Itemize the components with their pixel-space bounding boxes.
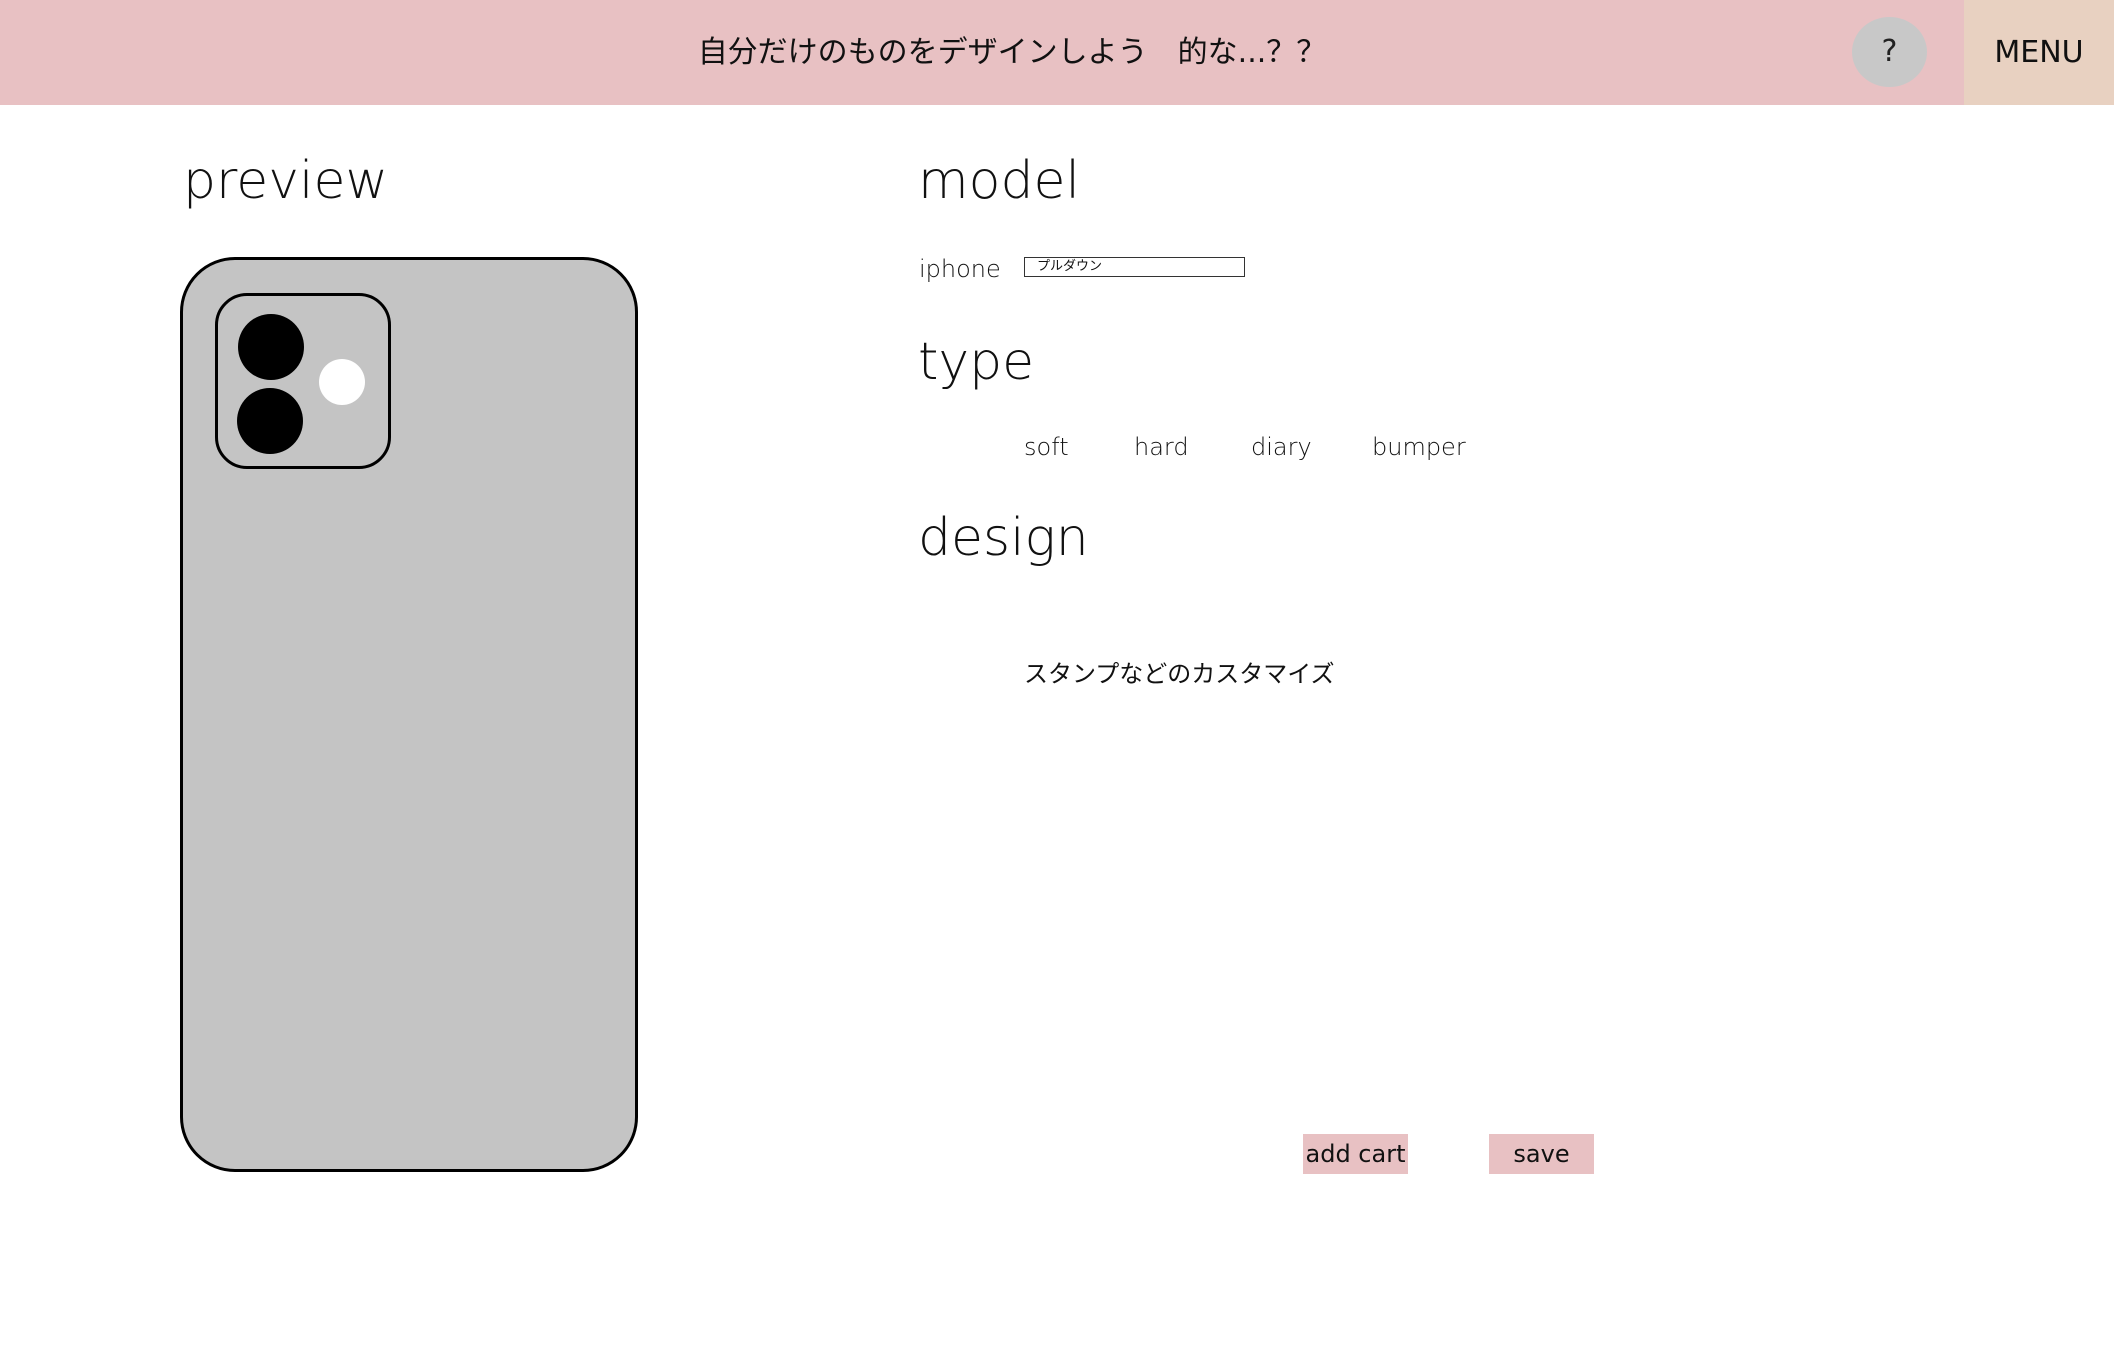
type-option-bumper[interactable]: bumper xyxy=(1372,433,1466,461)
flash-icon xyxy=(319,359,365,405)
header-bar: 自分だけのものをデザインしよう 的な...？？ ? xyxy=(0,0,1964,105)
type-option-soft[interactable]: soft xyxy=(1024,433,1069,461)
design-heading: design xyxy=(918,508,1089,568)
preview-heading: preview xyxy=(183,151,388,211)
save-button[interactable]: save xyxy=(1489,1134,1594,1174)
design-customize-area[interactable]: スタンプなどのカスタマイズ xyxy=(1024,654,1335,689)
page-title: 自分だけのものをデザインしよう 的な...？？ xyxy=(697,35,1327,70)
add-cart-button[interactable]: add cart xyxy=(1303,1134,1408,1174)
menu-button[interactable]: MENU xyxy=(1964,0,2114,105)
type-option-hard[interactable]: hard xyxy=(1134,433,1189,461)
model-label: iphone xyxy=(919,255,1001,283)
type-heading: type xyxy=(918,332,1035,392)
camera-lens-icon xyxy=(238,314,304,380)
help-button[interactable]: ? xyxy=(1852,17,1927,87)
model-heading: model xyxy=(918,151,1080,211)
model-dropdown[interactable]: プルダウン xyxy=(1024,257,1245,277)
camera-lens-icon xyxy=(237,388,303,454)
type-option-diary[interactable]: diary xyxy=(1251,433,1312,461)
